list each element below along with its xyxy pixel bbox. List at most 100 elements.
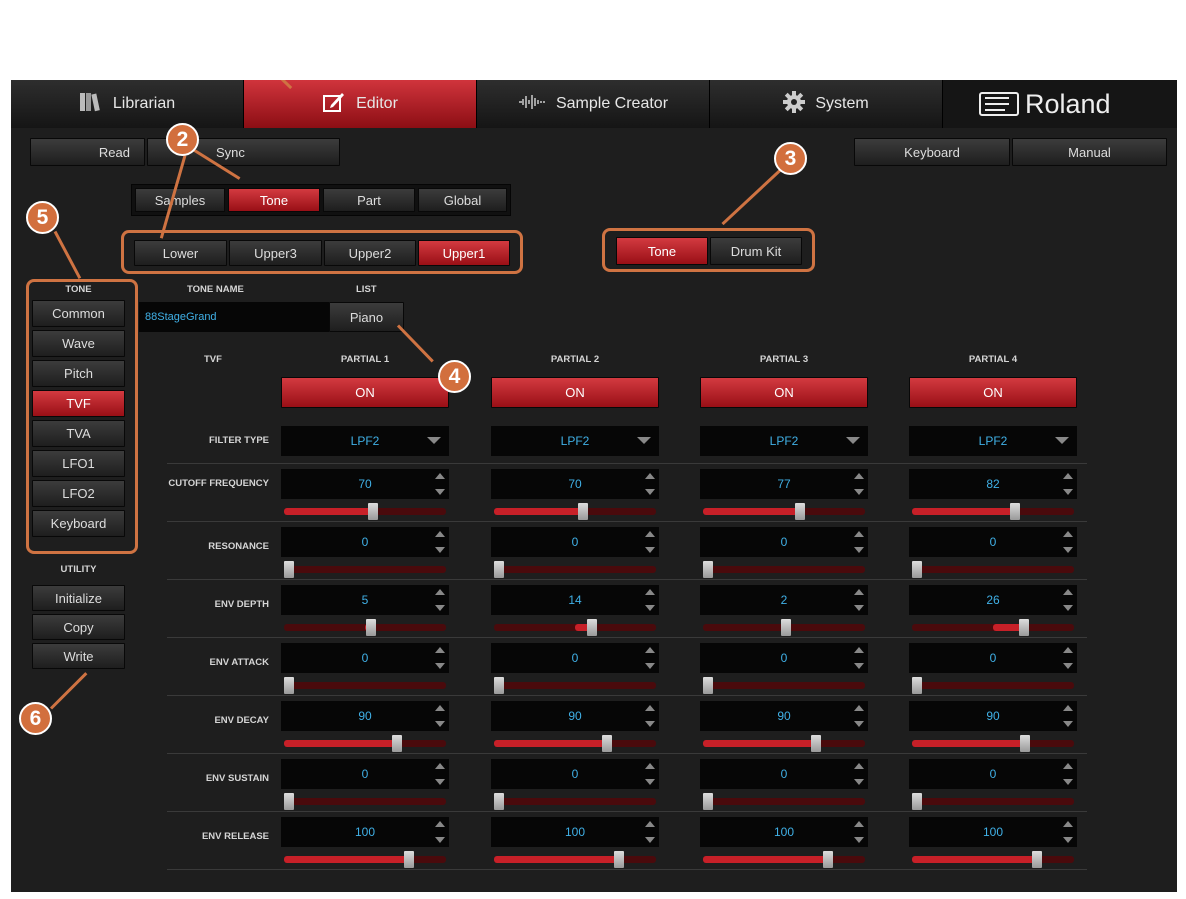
slider-track[interactable] <box>703 619 865 636</box>
stepper-arrows[interactable] <box>1063 705 1073 727</box>
value-field-env-decay[interactable]: 90 <box>281 701 449 731</box>
nav-tab-editor[interactable]: Editor <box>244 80 477 128</box>
value-field-env-attack[interactable]: 0 <box>491 643 659 673</box>
stepper-arrows[interactable] <box>435 647 445 669</box>
chevron-up-icon[interactable] <box>1063 531 1073 537</box>
partial-switch-button[interactable]: ON <box>700 377 868 408</box>
chevron-down-icon[interactable] <box>645 547 655 553</box>
chevron-down-icon[interactable] <box>435 489 445 495</box>
value-field-env-sustain[interactable]: 0 <box>700 759 868 789</box>
value-field-cutoff[interactable]: 77 <box>700 469 868 499</box>
slider-track[interactable] <box>494 503 656 520</box>
chevron-up-icon[interactable] <box>1063 589 1073 595</box>
chevron-up-icon[interactable] <box>854 647 864 653</box>
chevron-up-icon[interactable] <box>435 763 445 769</box>
value-field-env-sustain[interactable]: 0 <box>491 759 659 789</box>
value-field-env-depth[interactable]: 26 <box>909 585 1077 615</box>
slider-track[interactable] <box>912 561 1074 578</box>
slider-thumb[interactable] <box>602 735 612 752</box>
chevron-down-icon[interactable] <box>435 721 445 727</box>
nav-tab-sample-creator[interactable]: Sample Creator <box>477 80 710 128</box>
value-field-env-release[interactable]: 100 <box>281 817 449 847</box>
write-button[interactable]: Write <box>32 643 125 669</box>
chevron-down-icon[interactable] <box>645 489 655 495</box>
chevron-down-icon[interactable] <box>645 837 655 843</box>
slider-track[interactable] <box>912 503 1074 520</box>
slider-thumb[interactable] <box>912 793 922 810</box>
chevron-up-icon[interactable] <box>645 589 655 595</box>
value-field-env-decay[interactable]: 90 <box>491 701 659 731</box>
chevron-up-icon[interactable] <box>1063 763 1073 769</box>
slider-track[interactable] <box>912 793 1074 810</box>
value-field-env-sustain[interactable]: 0 <box>909 759 1077 789</box>
partial-switch-button[interactable]: ON <box>909 377 1077 408</box>
chevron-down-icon[interactable] <box>854 605 864 611</box>
tab-type-drum-kit[interactable]: Drum Kit <box>710 237 802 265</box>
manual-button[interactable]: Manual <box>1012 138 1167 166</box>
chevron-down-icon[interactable] <box>854 721 864 727</box>
tab-type-tone[interactable]: Tone <box>616 237 708 265</box>
value-field-resonance[interactable]: 0 <box>281 527 449 557</box>
slider-track[interactable] <box>494 619 656 636</box>
slider-thumb[interactable] <box>614 851 624 868</box>
read-button[interactable]: Read <box>30 138 145 166</box>
slider-thumb[interactable] <box>494 677 504 694</box>
value-field-env-decay[interactable]: 90 <box>909 701 1077 731</box>
sidebar-item-common[interactable]: Common <box>32 300 125 327</box>
filter-type-dropdown[interactable]: LPF2 <box>281 426 449 456</box>
tab-part[interactable]: Part <box>323 188 415 212</box>
chevron-up-icon[interactable] <box>645 531 655 537</box>
value-field-env-depth[interactable]: 5 <box>281 585 449 615</box>
nav-tab-system[interactable]: System <box>710 80 943 128</box>
slider-track[interactable] <box>703 735 865 752</box>
chevron-down-icon[interactable] <box>435 837 445 843</box>
slider-track[interactable] <box>703 561 865 578</box>
chevron-down-icon[interactable] <box>854 547 864 553</box>
slider-thumb[interactable] <box>703 793 713 810</box>
chevron-up-icon[interactable] <box>645 473 655 479</box>
chevron-up-icon[interactable] <box>435 705 445 711</box>
value-field-resonance[interactable]: 0 <box>700 527 868 557</box>
sidebar-item-pitch[interactable]: Pitch <box>32 360 125 387</box>
slider-thumb[interactable] <box>368 503 378 520</box>
chevron-up-icon[interactable] <box>645 647 655 653</box>
slider-thumb[interactable] <box>912 561 922 578</box>
chevron-down-icon[interactable] <box>435 547 445 553</box>
slider-track[interactable] <box>703 851 865 868</box>
stepper-arrows[interactable] <box>435 821 445 843</box>
slider-thumb[interactable] <box>912 677 922 694</box>
stepper-arrows[interactable] <box>645 705 655 727</box>
value-field-env-release[interactable]: 100 <box>909 817 1077 847</box>
stepper-arrows[interactable] <box>645 763 655 785</box>
value-field-env-attack[interactable]: 0 <box>700 643 868 673</box>
tab-samples[interactable]: Samples <box>135 188 225 212</box>
slider-track[interactable] <box>912 851 1074 868</box>
slider-thumb[interactable] <box>703 677 713 694</box>
slider-track[interactable] <box>284 851 446 868</box>
stepper-arrows[interactable] <box>1063 821 1073 843</box>
chevron-down-icon[interactable] <box>645 721 655 727</box>
chevron-up-icon[interactable] <box>854 473 864 479</box>
slider-thumb[interactable] <box>1019 619 1029 636</box>
chevron-down-icon[interactable] <box>1063 721 1073 727</box>
chevron-up-icon[interactable] <box>1063 473 1073 479</box>
chevron-down-icon[interactable] <box>1063 779 1073 785</box>
value-field-env-release[interactable]: 100 <box>491 817 659 847</box>
value-field-resonance[interactable]: 0 <box>909 527 1077 557</box>
slider-thumb[interactable] <box>1032 851 1042 868</box>
chevron-down-icon[interactable] <box>854 663 864 669</box>
chevron-up-icon[interactable] <box>1063 647 1073 653</box>
chevron-down-icon[interactable] <box>854 779 864 785</box>
tab-upper2[interactable]: Upper2 <box>324 240 416 266</box>
chevron-up-icon[interactable] <box>854 821 864 827</box>
chevron-up-icon[interactable] <box>854 589 864 595</box>
chevron-down-icon[interactable] <box>1063 547 1073 553</box>
chevron-up-icon[interactable] <box>435 473 445 479</box>
stepper-arrows[interactable] <box>854 473 864 495</box>
copy-button[interactable]: Copy <box>32 614 125 640</box>
chevron-up-icon[interactable] <box>435 589 445 595</box>
slider-thumb[interactable] <box>366 619 376 636</box>
chevron-up-icon[interactable] <box>1063 821 1073 827</box>
stepper-arrows[interactable] <box>435 763 445 785</box>
tab-lower[interactable]: Lower <box>134 240 227 266</box>
